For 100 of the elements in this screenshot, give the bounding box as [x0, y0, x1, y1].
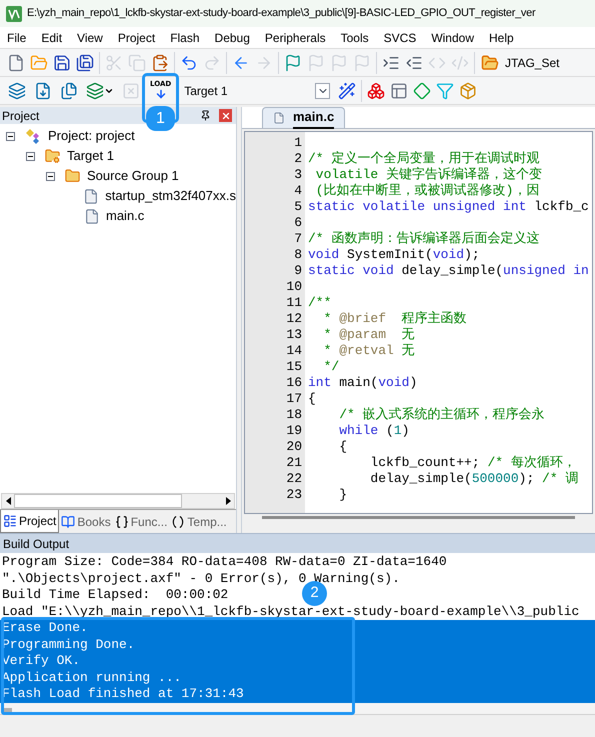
- tree-item[interactable]: Target 1: [67, 146, 114, 166]
- layers-icon[interactable]: [86, 82, 104, 100]
- scrollbar[interactable]: [1, 493, 235, 509]
- output-line: Application running ...: [2, 670, 182, 684]
- line-number: 14: [286, 343, 302, 359]
- code-line: lckfb_count++; /* 每次循环，: [369, 455, 576, 470]
- file-down-icon[interactable]: [34, 82, 52, 100]
- tree-item[interactable]: startup_stm32f407xx.s: [105, 186, 236, 206]
- line-number: 22: [286, 471, 302, 487]
- code-line: {: [308, 391, 316, 406]
- pin-icon[interactable]: [200, 110, 211, 121]
- callout-badge: 1: [146, 106, 175, 131]
- line-number: 15: [286, 359, 302, 375]
- close-icon: [220, 110, 230, 120]
- boxes-icon[interactable]: [367, 82, 386, 100]
- code-line: /* 函数声明：告诉编译器后面会定义这: [308, 231, 540, 246]
- line-number: 4: [294, 183, 302, 199]
- menu-item[interactable]: Flash: [170, 28, 200, 46]
- flag-icon[interactable]: [284, 54, 302, 72]
- diamonds-icon: [24, 128, 42, 144]
- line-number: 8: [294, 247, 302, 263]
- menu-item[interactable]: Peripherals: [264, 28, 326, 46]
- code-line: */: [322, 359, 340, 374]
- panel-tab[interactable]: Temp...: [169, 510, 229, 533]
- app-icon: [6, 6, 22, 22]
- code-line: volatile 关键字告诉编译器，这个变: [314, 167, 542, 182]
- output-line: Program Size: Code=384 RO-data=408 RW-data=0 ZI-data=1640: [2, 554, 447, 569]
- output-line: Build Time Elapsed: 00:00:02: [2, 587, 228, 602]
- folder-icon: [44, 148, 61, 164]
- windows-icon[interactable]: [390, 82, 408, 100]
- arrow-left-icon[interactable]: [6, 497, 10, 505]
- files-icon[interactable]: [60, 82, 78, 100]
- file-icon: [83, 188, 100, 204]
- menu-item[interactable]: File: [7, 28, 26, 46]
- tree-item[interactable]: Source Group 1: [87, 166, 179, 186]
- layers-icon[interactable]: [8, 82, 26, 100]
- target-select[interactable]: Target 1: [184, 80, 330, 100]
- parentheses-icon: [171, 514, 186, 528]
- tree-item[interactable]: main.c: [106, 206, 144, 226]
- code-line: /* 嵌入式系统的主循环，程序会永: [338, 407, 545, 422]
- editor-tab[interactable]: main.c: [262, 107, 346, 128]
- collapse-toggle[interactable]: [46, 172, 55, 180]
- panel-title: Project: [2, 108, 40, 124]
- code-line: /**: [308, 295, 332, 310]
- line-number: 11: [286, 295, 302, 311]
- panel-title: Build Output: [3, 536, 70, 552]
- line-number: 10: [286, 279, 302, 295]
- menu-item[interactable]: Edit: [41, 28, 62, 46]
- line-number: 1: [294, 135, 302, 151]
- code-line: int main(void): [308, 375, 418, 390]
- line-number: 2: [294, 151, 302, 167]
- code-line: (比如在中断里，或被调试器修改)，因: [314, 183, 540, 198]
- scrollbar-thumb[interactable]: [14, 494, 182, 508]
- line-number: 16: [286, 375, 302, 391]
- diamond-icon[interactable]: [413, 82, 432, 100]
- line-number: 21: [286, 455, 302, 471]
- folder-icon: [64, 168, 81, 184]
- list-icon: [3, 514, 17, 528]
- menu-item[interactable]: Help: [489, 28, 514, 46]
- panel-tab[interactable]: Project: [0, 510, 60, 533]
- folder-icon: [481, 54, 499, 72]
- arrow-right-icon[interactable]: [226, 497, 230, 505]
- menu-item[interactable]: Window: [431, 28, 474, 46]
- code-line: }: [338, 487, 348, 502]
- code-line: static void delay_simple(unsigned in: [308, 263, 589, 278]
- package-icon[interactable]: [459, 82, 478, 100]
- code-line: void SystemInit(void);: [308, 247, 480, 262]
- file-icon: [273, 111, 285, 125]
- output-line: Verify OK.: [2, 653, 80, 668]
- clipboard-icon[interactable]: [151, 54, 169, 72]
- code-line: static volatile unsigned int lckfb_c: [308, 199, 589, 214]
- line-number: 19: [286, 423, 302, 439]
- line-number: 12: [286, 311, 302, 327]
- menu-item[interactable]: Tools: [340, 28, 369, 46]
- save-all-icon[interactable]: [76, 54, 94, 72]
- menu-item[interactable]: Project: [118, 28, 156, 46]
- line-number: 5: [294, 199, 302, 215]
- wand-icon[interactable]: [338, 82, 356, 100]
- book-icon: [61, 514, 76, 528]
- line-number: 6: [294, 215, 302, 231]
- file-icon[interactable]: [7, 54, 25, 72]
- line-number: 7: [294, 231, 302, 247]
- collapse-toggle[interactable]: [26, 152, 35, 160]
- code-line: * @param 无: [322, 327, 415, 342]
- jtag-button[interactable]: JTAG_Set: [478, 54, 562, 72]
- code-line: while (1): [338, 423, 410, 438]
- undo-icon[interactable]: [180, 54, 198, 72]
- panel-tab[interactable]: Func...: [112, 510, 170, 533]
- code-line: /* 定义一个全局变量，用于在调试时观: [308, 151, 540, 166]
- tree-item[interactable]: Project: project: [48, 126, 135, 146]
- save-icon[interactable]: [53, 54, 71, 72]
- menu-item[interactable]: Debug: [214, 28, 250, 46]
- window-title: E:\yzh_main_repo\1_lckfb-skystar-ext-study-board-example\3_public\[9]-BASIC-LED_GPIO_OUT_register_ver: [27, 6, 536, 22]
- menu-item[interactable]: SVCS: [384, 28, 416, 46]
- braces-icon: [114, 514, 129, 528]
- collapse-toggle[interactable]: [6, 132, 15, 140]
- panel-tab[interactable]: Books: [59, 510, 113, 533]
- line-number: 17: [286, 391, 302, 407]
- menu-item[interactable]: View: [77, 28, 103, 46]
- close-button[interactable]: [219, 109, 232, 122]
